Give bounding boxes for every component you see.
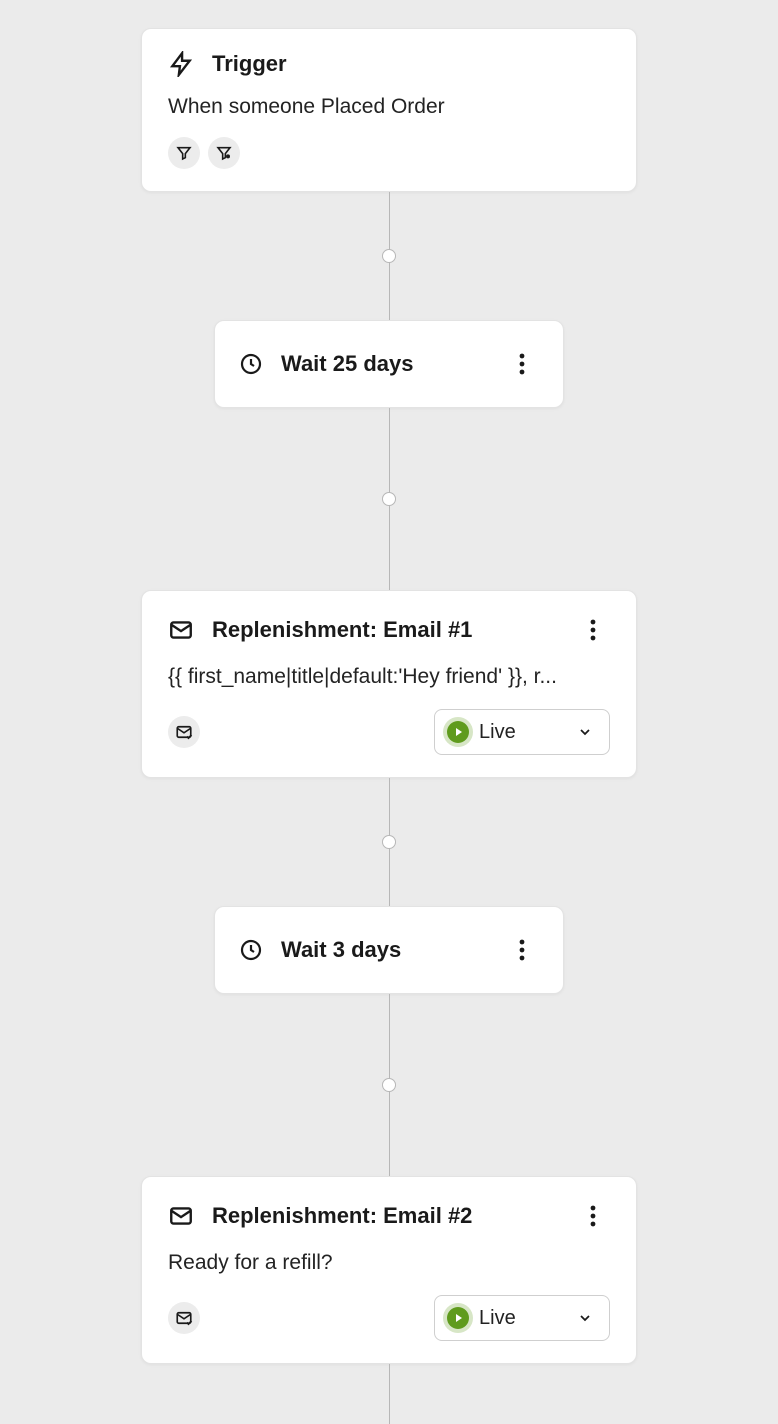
smart-send-chip[interactable] <box>168 1302 200 1334</box>
chevron-down-icon <box>577 724 593 740</box>
email-card[interactable]: Replenishment: Email #2 Ready for a refi… <box>141 1176 637 1364</box>
more-button[interactable] <box>576 613 610 647</box>
email-title: Replenishment: Email #1 <box>212 617 472 643</box>
wait-label: Wait 3 days <box>281 937 401 963</box>
flow-canvas: Trigger When someone Placed Order Wait 2… <box>0 0 778 1424</box>
email-card[interactable]: Replenishment: Email #1 {{ first_name|ti… <box>141 590 637 778</box>
more-button[interactable] <box>576 1199 610 1233</box>
trigger-profile-filter-chip[interactable] <box>208 137 240 169</box>
chevron-down-icon <box>577 1310 593 1326</box>
status-label: Live <box>479 721 516 744</box>
status-dropdown[interactable]: Live <box>434 1295 610 1341</box>
email-title: Replenishment: Email #2 <box>212 1203 472 1229</box>
trigger-filter-chip[interactable] <box>168 137 200 169</box>
play-icon <box>447 721 469 743</box>
connector <box>389 778 390 906</box>
mail-icon <box>168 1203 194 1229</box>
email-preview: Ready for a refill? <box>168 1251 610 1275</box>
clock-icon <box>239 352 263 376</box>
connector <box>389 1364 390 1424</box>
email-preview: {{ first_name|title|default:'Hey friend'… <box>168 665 610 689</box>
wait-card[interactable]: Wait 25 days <box>214 320 564 408</box>
mail-icon <box>168 617 194 643</box>
lightning-icon <box>168 51 194 77</box>
more-button[interactable] <box>505 347 539 381</box>
wait-label: Wait 25 days <box>281 351 413 377</box>
trigger-description: When someone Placed Order <box>168 95 610 119</box>
status-dropdown[interactable]: Live <box>434 709 610 755</box>
wait-card[interactable]: Wait 3 days <box>214 906 564 994</box>
connector <box>389 408 390 590</box>
trigger-title: Trigger <box>212 51 287 77</box>
play-icon <box>447 1307 469 1329</box>
trigger-card[interactable]: Trigger When someone Placed Order <box>141 28 637 192</box>
more-button[interactable] <box>505 933 539 967</box>
status-label: Live <box>479 1307 516 1330</box>
connector <box>389 994 390 1176</box>
smart-send-chip[interactable] <box>168 716 200 748</box>
connector <box>389 192 390 320</box>
clock-icon <box>239 938 263 962</box>
